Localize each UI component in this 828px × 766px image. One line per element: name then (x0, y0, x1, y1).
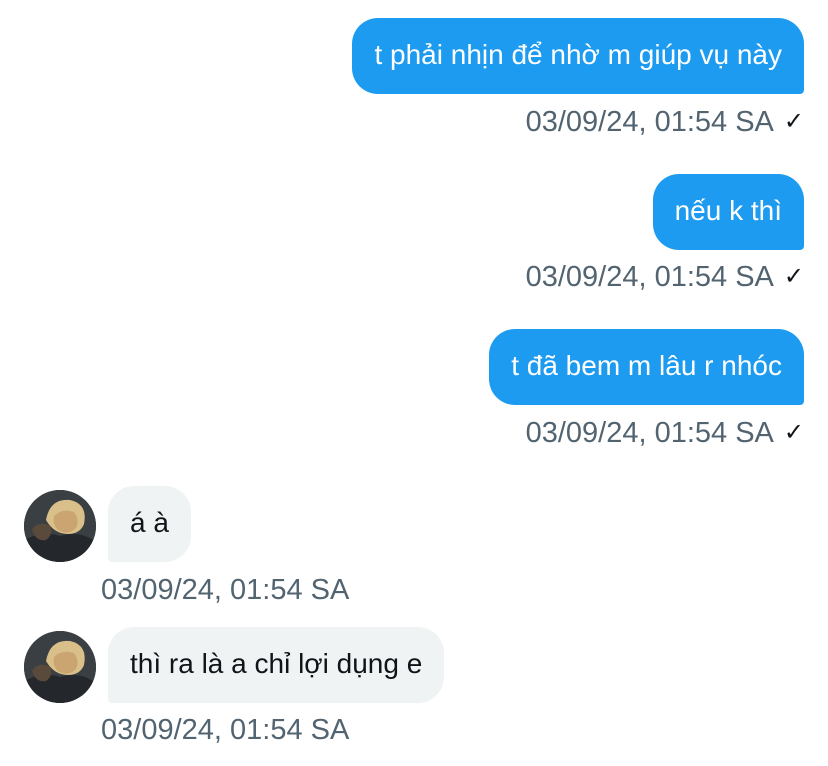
message-timestamp: 03/09/24, 01:54 SA (525, 417, 774, 449)
outgoing-message-bubble[interactable]: t đã bem m lâu r nhóc (489, 329, 804, 405)
message-timestamp: 03/09/24, 01:54 SA (525, 261, 774, 293)
incoming-message-bubble[interactable]: thì ra là a chỉ lợi dụng e (108, 627, 445, 703)
avatar-image (24, 631, 96, 703)
message-meta: 03/09/24, 01:54 SA ✓ (526, 416, 804, 450)
message-meta: 03/09/24, 01:54 SA ✓ (526, 105, 804, 139)
message-timestamp: 03/09/24, 01:54 SA (101, 574, 350, 606)
message-thread: t phải nhịn để nhờ m giúp vụ này 03/09/2… (0, 0, 828, 766)
checkmark-icon: ✓ (783, 263, 804, 290)
outgoing-message-bubble[interactable]: t phải nhịn để nhờ m giúp vụ này (352, 18, 804, 94)
message-timestamp: 03/09/24, 01:54 SA (101, 714, 350, 746)
checkmark-icon: ✓ (783, 419, 804, 446)
avatar-image (24, 490, 96, 562)
incoming-message-bubble[interactable]: á à (108, 486, 191, 562)
avatar-icon[interactable] (24, 631, 96, 703)
message-timestamp: 03/09/24, 01:54 SA (525, 106, 774, 138)
avatar-icon[interactable] (24, 490, 96, 562)
outgoing-message-bubble[interactable]: nếu k thì (652, 174, 804, 250)
message-meta: 03/09/24, 01:54 SA ✓ (526, 260, 804, 294)
checkmark-icon: ✓ (783, 108, 804, 135)
